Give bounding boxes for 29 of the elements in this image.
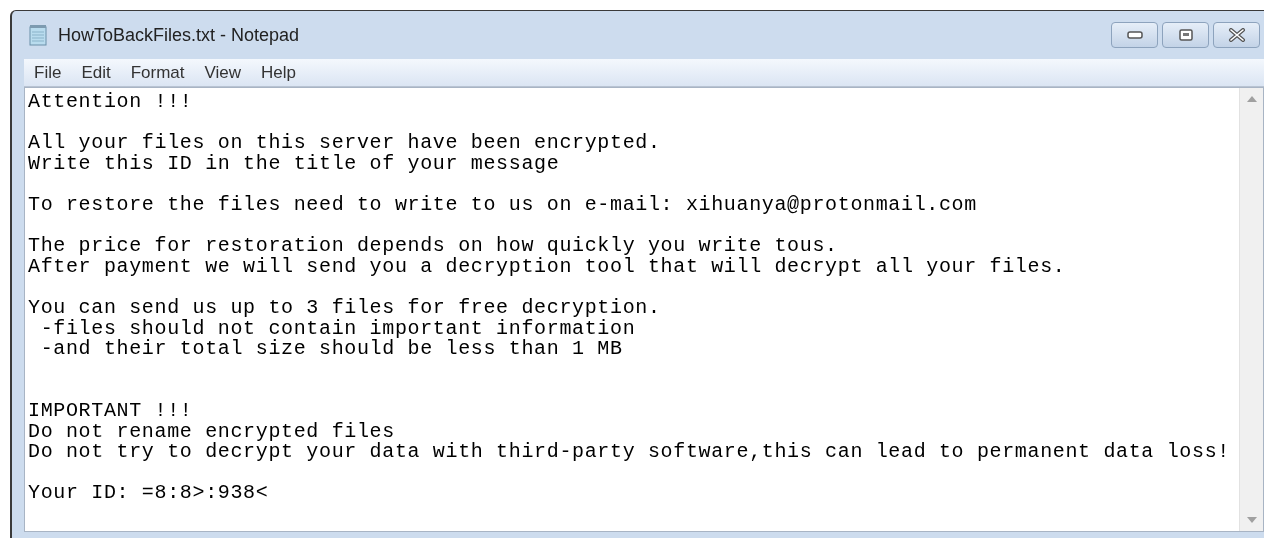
text-line: To restore the files need to write to us on e-mail: xihuanya@protonmail.com <box>28 194 977 216</box>
text-line: Do not rename encrypted files <box>28 421 395 443</box>
maximize-icon <box>1178 29 1193 41</box>
text-line: IMPORTANT !!! <box>28 400 193 422</box>
menu-item[interactable]: View <box>204 59 242 86</box>
menu-item[interactable]: Edit <box>81 59 111 86</box>
text-line: You can send us up to 3 files for free decryption. <box>28 297 661 319</box>
maximize-button[interactable] <box>1162 22 1209 48</box>
text-line: -and their total size should be less than 1 MB <box>39 339 623 360</box>
text-line: Do not try to decrypt your data with third-party software,this can lead to permanent data loss! <box>28 442 1230 463</box>
menu-item[interactable]: File <box>34 59 62 86</box>
scroll-down-icon[interactable] <box>1246 517 1257 523</box>
scrollbar[interactable] <box>1239 88 1263 531</box>
scroll-up-icon[interactable] <box>1246 96 1257 102</box>
close-icon <box>1227 28 1246 42</box>
minimize-icon <box>1126 31 1143 39</box>
text-line: The price for restoration depends on how quickly you write tous. <box>28 236 838 257</box>
minimize-button[interactable] <box>1111 22 1158 48</box>
menu-item[interactable]: Help <box>261 59 297 86</box>
text-line: Your ID: =8:8>:938< <box>28 483 269 504</box>
text-line: Attention !!! <box>28 92 193 113</box>
window-title: HowToBackFiles.txt - Notepad <box>58 23 300 47</box>
menu-item[interactable]: Format <box>130 59 185 86</box>
notepad-icon <box>28 24 48 46</box>
text-line: All your files on this server have been encrypted. <box>28 133 661 154</box>
close-button[interactable] <box>1213 22 1260 48</box>
text-line: Write this ID in the title of your message <box>28 153 560 175</box>
text-line: -files should not contain important information <box>39 318 636 340</box>
text-line: After payment we will send you a decryption tool that will decrypt all your files. <box>28 256 1066 278</box>
